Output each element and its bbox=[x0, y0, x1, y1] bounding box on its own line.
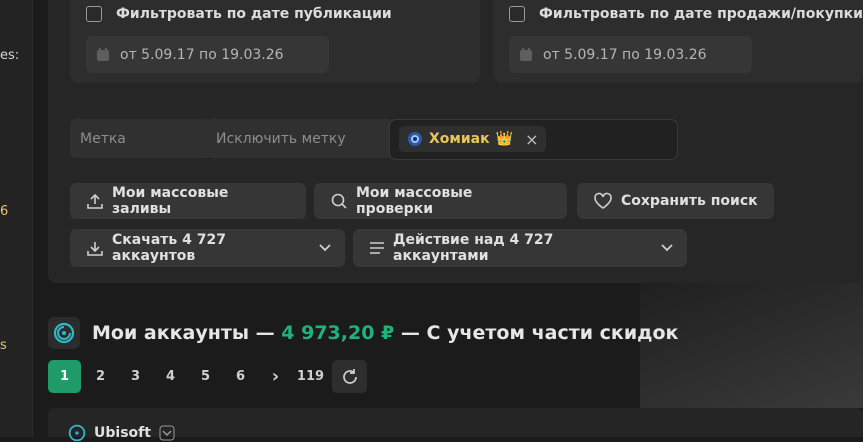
mass-uploads-label: Мои массовые заливы bbox=[112, 185, 229, 217]
download-icon bbox=[87, 242, 103, 256]
sale-date-checkbox[interactable]: Фильтровать по дате продажи/покупки bbox=[509, 6, 863, 22]
account-card-header: Ubisoft bbox=[68, 424, 175, 442]
tag-exclude-input[interactable]: Исключить метку bbox=[206, 119, 394, 158]
accounts-title-text: Мои аккаунты — bbox=[92, 322, 275, 344]
search-icon bbox=[331, 193, 347, 209]
save-search-button[interactable]: Сохранить поиск bbox=[577, 183, 774, 219]
publication-date-range[interactable]: от 5.09.17 по 19.03.26 bbox=[86, 36, 329, 73]
tag-chip[interactable]: Хомиак 👑 × bbox=[399, 126, 547, 152]
chevron-down-icon[interactable] bbox=[159, 425, 175, 441]
accounts-title-suffix: — С учетом части скидок bbox=[400, 322, 679, 344]
refresh-icon bbox=[342, 368, 357, 384]
ubisoft-logo-icon bbox=[48, 317, 80, 349]
accounts-title: Мои аккаунты — 4 973,20 ₽ — С учетом час… bbox=[92, 322, 678, 344]
ubisoft-swirl-icon bbox=[68, 424, 86, 442]
upload-icon bbox=[87, 193, 103, 209]
publication-date-text: от 5.09.17 по 19.03.26 bbox=[120, 46, 284, 63]
mass-checks-label: Мои массовые проверки bbox=[356, 185, 473, 217]
checkbox[interactable] bbox=[86, 6, 102, 22]
publication-date-filter: Фильтровать по дате публикации от 5.09.1… bbox=[70, 0, 480, 83]
account-game-label: Ubisoft bbox=[94, 425, 151, 441]
rail-text: 6 bbox=[0, 204, 9, 219]
page-button[interactable]: 1 bbox=[48, 360, 81, 393]
page-button[interactable]: 5 bbox=[188, 369, 223, 384]
ubisoft-swirl-icon bbox=[53, 322, 75, 344]
download-accounts-button[interactable]: Скачать 4 727 аккаунтов bbox=[70, 229, 345, 267]
rail-text: es: bbox=[0, 48, 20, 63]
refresh-button[interactable] bbox=[332, 360, 367, 393]
tag-label: Хомиак bbox=[429, 131, 490, 147]
calendar-icon bbox=[520, 47, 532, 61]
selected-tags-box[interactable]: Хомиак 👑 × bbox=[389, 119, 678, 160]
chevron-down-icon bbox=[661, 244, 673, 252]
publication-date-checkbox[interactable]: Фильтровать по дате публикации bbox=[86, 6, 392, 22]
tag-include-input[interactable]: Метка bbox=[70, 119, 211, 158]
checkbox[interactable] bbox=[509, 6, 525, 22]
mass-checks-button[interactable]: Мои массовые проверки bbox=[314, 183, 567, 219]
download-accounts-label: Скачать 4 727 аккаунтов bbox=[112, 232, 226, 264]
left-sidebar: es: 6 s bbox=[0, 0, 33, 437]
mass-uploads-button[interactable]: Мои массовые заливы bbox=[70, 183, 306, 219]
bulk-action-button[interactable]: Действие над 4 727 аккаунтами bbox=[353, 229, 687, 267]
accounts-total-price: 4 973,20 ₽ bbox=[281, 322, 395, 344]
last-page-button[interactable]: 119 bbox=[293, 369, 328, 384]
hamster-tag-icon bbox=[408, 132, 422, 146]
menu-lines-icon bbox=[370, 242, 384, 254]
sale-date-range[interactable]: от 5.09.17 по 19.03.26 bbox=[509, 36, 752, 73]
chevron-down-icon bbox=[319, 244, 331, 252]
page-button[interactable]: 2 bbox=[83, 369, 118, 384]
page-button[interactable]: 4 bbox=[153, 369, 188, 384]
rail-text: s bbox=[0, 338, 7, 353]
remove-tag-icon[interactable]: × bbox=[525, 130, 538, 149]
page-button[interactable]: 3 bbox=[118, 369, 153, 384]
crown-icon: 👑 bbox=[495, 131, 514, 147]
account-card: Ubisoft bbox=[48, 408, 863, 442]
sale-date-filter: Фильтровать по дате продажи/покупки от 5… bbox=[493, 0, 863, 83]
bulk-action-label: Действие над 4 727 аккаунтами bbox=[393, 232, 554, 264]
save-search-label: Сохранить поиск bbox=[621, 193, 758, 209]
page-button[interactable]: 6 bbox=[223, 369, 258, 384]
sale-date-text: от 5.09.17 по 19.03.26 bbox=[543, 46, 707, 63]
calendar-icon bbox=[97, 47, 109, 61]
next-page-button[interactable]: › bbox=[258, 366, 293, 387]
heart-icon bbox=[594, 192, 612, 209]
pagination: 1 2 3 4 5 6 › 119 bbox=[48, 360, 367, 393]
sale-date-label: Фильтровать по дате продажи/покупки bbox=[539, 6, 863, 22]
accounts-header: Мои аккаунты — 4 973,20 ₽ — С учетом час… bbox=[48, 316, 678, 350]
publication-date-label: Фильтровать по дате публикации bbox=[116, 6, 392, 22]
